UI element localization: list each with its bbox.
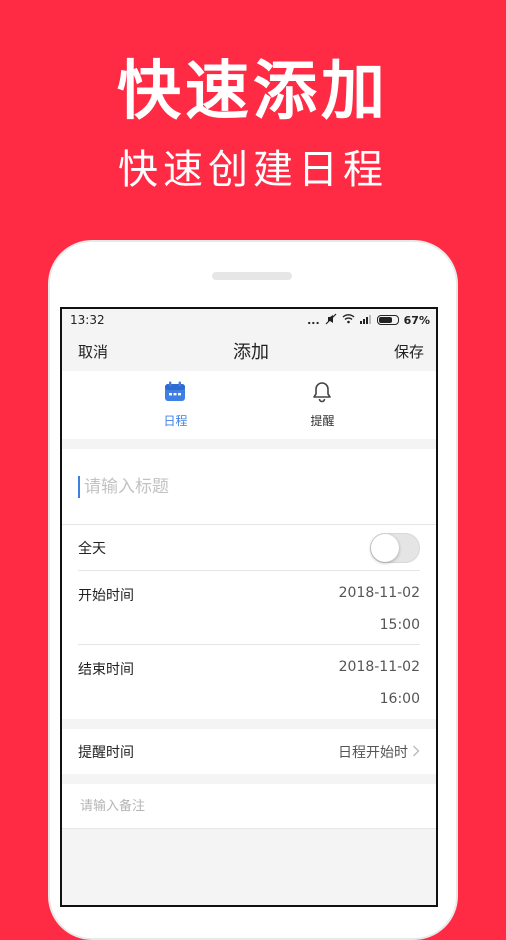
- divider: [62, 719, 436, 729]
- cell-signal-icon: [359, 314, 372, 327]
- chevron-right-icon: [412, 743, 420, 761]
- status-bar: 13:32 ... 67%: [62, 309, 436, 331]
- end-time-value: 2018-11-02 16:00: [339, 651, 420, 715]
- note-field-row: [62, 784, 436, 829]
- phone-speaker: [212, 272, 292, 280]
- tab-reminder[interactable]: 提醒: [310, 381, 335, 429]
- wifi-icon: [342, 313, 355, 327]
- tab-schedule[interactable]: 日程: [163, 381, 188, 429]
- save-button[interactable]: 保存: [394, 341, 424, 362]
- time-section: 全天 开始时间 2018-11-02 15:00 结束时间 2018-11-02…: [62, 525, 436, 719]
- end-time-row[interactable]: 结束时间 2018-11-02 16:00: [78, 645, 420, 719]
- start-date: 2018-11-02: [338, 585, 420, 601]
- bell-icon: [311, 381, 333, 406]
- start-time-value: 2018-11-02 15:00: [339, 577, 420, 641]
- more-dots-icon: ...: [307, 313, 320, 327]
- cancel-button[interactable]: 取消: [78, 341, 108, 362]
- title-field-row: [62, 449, 436, 525]
- mute-icon: [325, 313, 337, 328]
- promo-subtitle: 快速创建日程: [118, 147, 388, 193]
- allday-label: 全天: [78, 540, 106, 557]
- reminder-time-value-wrap: 日程开始时: [338, 742, 420, 762]
- divider: [62, 774, 436, 784]
- allday-row: 全天: [78, 525, 420, 571]
- start-time: 15:00: [379, 617, 420, 633]
- status-time: 13:32: [70, 313, 105, 327]
- end-date: 2018-11-02: [338, 659, 420, 675]
- battery-icon: [376, 315, 399, 325]
- allday-toggle[interactable]: [370, 532, 420, 563]
- tab-bar: 日程 提醒: [62, 371, 436, 439]
- end-time-label: 结束时间: [78, 662, 134, 678]
- tab-schedule-label: 日程: [163, 414, 188, 428]
- toggle-knob: [371, 533, 399, 562]
- divider: [62, 439, 436, 449]
- page-title: 添加: [233, 342, 269, 363]
- calendar-icon: [164, 381, 186, 406]
- end-time: 16:00: [379, 691, 420, 707]
- tab-reminder-label: 提醒: [310, 414, 335, 428]
- start-time-row[interactable]: 开始时间 2018-11-02 15:00: [78, 571, 420, 645]
- status-icons: ... 67%: [307, 313, 430, 328]
- reminder-time-label: 提醒时间: [78, 744, 134, 761]
- note-input[interactable]: [78, 797, 420, 815]
- reminder-time-row[interactable]: 提醒时间 日程开始时: [62, 729, 436, 774]
- start-time-label: 开始时间: [78, 588, 134, 604]
- promo-title: 快速添加: [117, 55, 389, 129]
- phone-screen: 13:32 ... 67% 取消 添加 保存 日程 提醒 请输入标题 全天 开始…: [60, 307, 438, 907]
- title-input[interactable]: [78, 475, 420, 498]
- battery-level: 67%: [403, 313, 430, 327]
- reminder-time-value: 日程开始时: [338, 744, 408, 761]
- nav-bar: 取消 添加 保存: [62, 331, 436, 371]
